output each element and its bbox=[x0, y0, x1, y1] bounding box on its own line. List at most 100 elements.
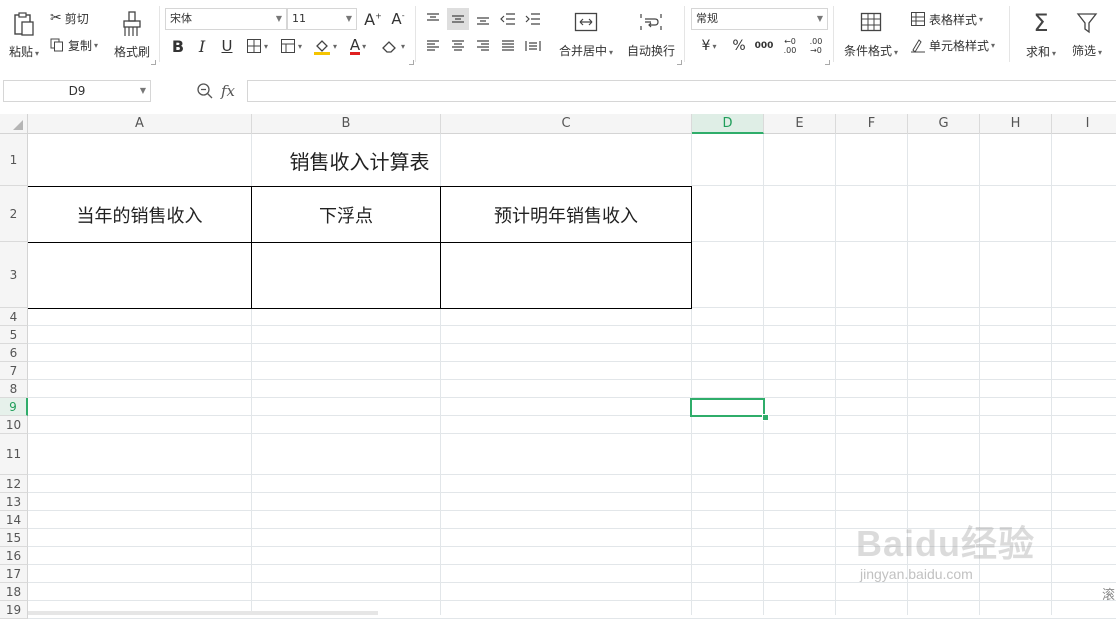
number-format-value: 常规 bbox=[696, 12, 718, 25]
row-header-12[interactable]: 12 bbox=[0, 475, 28, 493]
row-header-11[interactable]: 11 bbox=[0, 434, 28, 475]
decrease-decimal-button[interactable]: .00 →0 bbox=[804, 35, 828, 57]
column-header-e[interactable]: E bbox=[764, 114, 836, 134]
name-box[interactable]: D9 ▼ bbox=[3, 80, 151, 102]
distributed-button[interactable] bbox=[522, 35, 544, 57]
header-cell-c2[interactable]: 预计明年销售收入 bbox=[441, 187, 691, 242]
align-center-button[interactable] bbox=[447, 35, 469, 57]
fill-handle[interactable] bbox=[762, 414, 769, 421]
row-header-6[interactable]: 6 bbox=[0, 344, 28, 362]
data-cell-a3[interactable] bbox=[28, 243, 251, 308]
sum-button[interactable]: Σ 求和 ▾ bbox=[1020, 6, 1062, 64]
fill-color-button[interactable]: ▾ bbox=[310, 35, 340, 57]
row-header-9[interactable]: 9 bbox=[0, 398, 28, 416]
clear-format-button[interactable]: ▾ bbox=[378, 35, 408, 57]
justify-button[interactable] bbox=[497, 35, 519, 57]
column-header-a[interactable]: A bbox=[28, 114, 252, 134]
bold-button[interactable]: B bbox=[168, 35, 188, 57]
active-cell-selection[interactable] bbox=[690, 398, 765, 417]
row-header-14[interactable]: 14 bbox=[0, 511, 28, 529]
row-header-15[interactable]: 15 bbox=[0, 529, 28, 547]
magnifier-icon bbox=[197, 83, 213, 99]
copy-icon bbox=[50, 38, 63, 52]
italic-button[interactable]: I bbox=[192, 35, 212, 57]
row-header-10[interactable]: 10 bbox=[0, 416, 28, 434]
table-style-button[interactable]: 表格样式 ▾ bbox=[910, 9, 983, 29]
conditional-format-button[interactable]: 条件格式 ▾ bbox=[840, 6, 902, 64]
column-header-i[interactable]: I bbox=[1052, 114, 1116, 134]
number-launcher[interactable] bbox=[825, 60, 830, 65]
paste-button[interactable]: 粘贴 ▾ bbox=[4, 6, 44, 64]
formula-input[interactable] bbox=[247, 80, 1116, 102]
font-color-button[interactable]: A ▾ bbox=[344, 35, 372, 57]
row-header-13[interactable]: 13 bbox=[0, 493, 28, 511]
column-header-f[interactable]: F bbox=[836, 114, 908, 134]
decrease-font-button[interactable]: A- bbox=[388, 8, 408, 30]
percent-icon: % bbox=[732, 38, 746, 54]
horizontal-scrollbar[interactable] bbox=[28, 611, 378, 615]
font-name-select[interactable]: 宋体 ▼ bbox=[165, 8, 287, 30]
header-cell-b2[interactable]: 下浮点 bbox=[252, 187, 440, 242]
filter-label: 筛选 bbox=[1071, 43, 1096, 58]
watermark-brand: Baidu经验 bbox=[856, 523, 1036, 564]
align-right-button[interactable] bbox=[472, 35, 494, 57]
font-size-select[interactable]: 11 ▼ bbox=[287, 8, 357, 30]
cell-format-button[interactable]: ▾ bbox=[276, 35, 306, 57]
column-header-g[interactable]: G bbox=[908, 114, 980, 134]
percent-button[interactable]: % bbox=[728, 35, 750, 57]
row-header-5[interactable]: 5 bbox=[0, 326, 28, 344]
zoom-formula-button[interactable] bbox=[196, 82, 214, 100]
align-bottom-button[interactable] bbox=[472, 8, 494, 30]
row-header-7[interactable]: 7 bbox=[0, 362, 28, 380]
font-launcher[interactable] bbox=[409, 60, 414, 65]
row-header-3[interactable]: 3 bbox=[0, 242, 28, 308]
increase-font-button[interactable]: A+ bbox=[363, 8, 383, 30]
arrow-right-icon: →0 bbox=[810, 46, 822, 55]
filter-icon bbox=[1076, 12, 1098, 33]
row-header-16[interactable]: 16 bbox=[0, 547, 28, 565]
filter-button[interactable]: 筛选 ▾ bbox=[1066, 6, 1108, 64]
row-header-4[interactable]: 4 bbox=[0, 308, 28, 326]
formula-bar: D9 ▼ fx bbox=[0, 68, 1116, 114]
column-header-b[interactable]: B bbox=[252, 114, 441, 134]
row-header-19[interactable]: 19 bbox=[0, 601, 28, 619]
increase-decimal-button[interactable]: ←0.00 bbox=[778, 35, 802, 57]
align-center-icon bbox=[452, 40, 464, 51]
thousands-icon: 000 bbox=[754, 41, 774, 51]
ribbon-toolbar: 粘贴 ▾ ✂ 剪切 复制 ▾ 格式刷 宋体 ▼ 11 ▼ A+ A- B I U… bbox=[0, 0, 1116, 69]
align-top-button[interactable] bbox=[422, 8, 444, 30]
underline-button[interactable]: U bbox=[217, 35, 237, 57]
edge-text: 滚 bbox=[1102, 588, 1116, 603]
merge-center-button[interactable]: 合并居中 ▾ bbox=[556, 6, 616, 64]
column-header-c[interactable]: C bbox=[441, 114, 692, 134]
thousands-separator-button[interactable]: 000 bbox=[752, 35, 776, 57]
select-all-corner[interactable] bbox=[0, 114, 28, 134]
insert-function-button[interactable]: fx bbox=[221, 80, 243, 102]
cut-button[interactable]: ✂ 剪切 bbox=[50, 9, 89, 27]
alignment-launcher[interactable] bbox=[677, 60, 682, 65]
format-painter-button[interactable]: 格式刷 bbox=[110, 6, 154, 64]
cell-style-button[interactable]: 单元格样式 ▾ bbox=[910, 35, 995, 55]
auto-wrap-button[interactable]: 自动换行 bbox=[624, 6, 678, 64]
currency-button[interactable]: ¥ ▾ bbox=[694, 35, 724, 57]
align-middle-button[interactable] bbox=[447, 8, 469, 30]
row-header-8[interactable]: 8 bbox=[0, 380, 28, 398]
data-cell-b3[interactable] bbox=[252, 243, 440, 308]
row-header-17[interactable]: 17 bbox=[0, 565, 28, 583]
align-left-button[interactable] bbox=[422, 35, 444, 57]
increase-indent-button[interactable] bbox=[522, 8, 544, 30]
header-cell-a2[interactable]: 当年的销售收入 bbox=[28, 187, 251, 242]
border-button[interactable]: ▾ bbox=[242, 35, 272, 57]
decrease-indent-button[interactable] bbox=[497, 8, 519, 30]
column-header-d[interactable]: D bbox=[692, 114, 764, 134]
title-cell-a1[interactable]: 销售收入计算表 bbox=[28, 135, 691, 186]
data-cell-c3[interactable] bbox=[441, 243, 691, 308]
row-header-18[interactable]: 18 bbox=[0, 583, 28, 601]
number-format-select[interactable]: 常规 ▼ bbox=[691, 8, 828, 30]
row-header-2[interactable]: 2 bbox=[0, 186, 28, 242]
row-header-1[interactable]: 1 bbox=[0, 134, 28, 186]
clipboard-launcher[interactable] bbox=[151, 60, 156, 65]
column-header-h[interactable]: H bbox=[980, 114, 1052, 134]
copy-button[interactable]: 复制 ▾ bbox=[50, 36, 98, 54]
divider bbox=[1009, 6, 1010, 62]
